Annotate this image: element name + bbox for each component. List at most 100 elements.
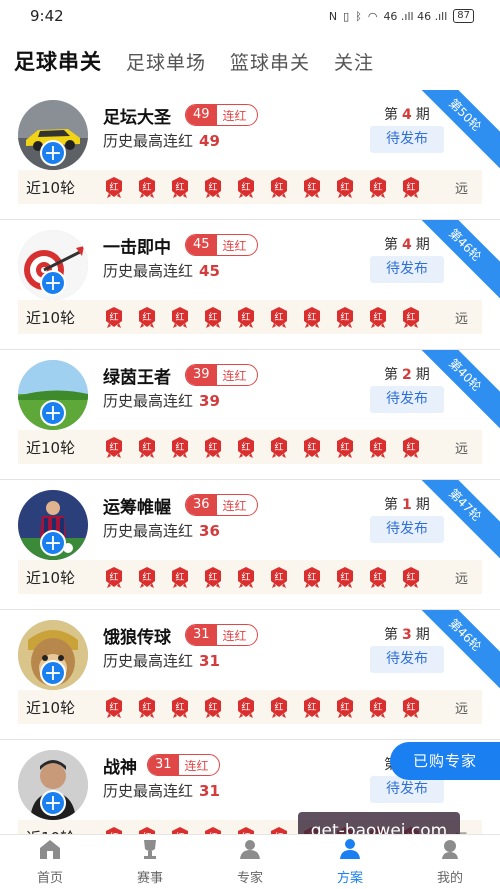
pending-button[interactable]: 待发布 — [370, 386, 444, 413]
svg-text:红: 红 — [241, 181, 250, 193]
trophy-icon — [137, 838, 163, 867]
streak-count: 39 — [186, 365, 217, 385]
recent-label: 近10轮 — [26, 698, 76, 717]
nav-item-0[interactable]: 首页 — [0, 835, 100, 889]
pending-button[interactable]: 待发布 — [370, 646, 444, 673]
expert-card[interactable]: + 足坛大圣 49 连红 历史最高连红 49 第 4 期待发布 第50轮 近10轮红红红红红红红红红… — [0, 90, 500, 220]
red-result-badge-icon: 红 — [300, 695, 324, 719]
nav-item-4[interactable]: 我的 — [400, 835, 500, 889]
svg-text:红: 红 — [406, 571, 415, 583]
tab-2[interactable]: 篮球串关 — [230, 48, 310, 75]
expert-card[interactable]: + 运筹帷幄 36 连红 历史最高连红 36 第 1 期待发布 第47轮 近10轮红红红红红红红红红… — [0, 480, 500, 610]
follow-plus-icon[interactable]: + — [40, 790, 66, 816]
recent-results-row: 近10轮 红 红 红 红 红 红 红 红 红 红 远 — [18, 690, 482, 724]
nav-item-2[interactable]: 专家 — [200, 835, 300, 889]
nav-label: 我的 — [436, 871, 463, 886]
expert-card[interactable]: + 饿狼传球 31 连红 历史最高连红 31 第 3 期待发布 第46轮 近10轮红红红红红红红红红… — [0, 610, 500, 740]
pending-button[interactable]: 待发布 — [370, 776, 444, 803]
svg-text:红: 红 — [142, 701, 151, 713]
recent-results-row: 近10轮 红 红 红 红 红 红 红 红 红 红 远 — [18, 170, 482, 204]
expert-name: 一击即中 — [103, 238, 171, 258]
history-label: 历史最高连红 — [103, 132, 194, 150]
pending-button[interactable]: 待发布 — [370, 126, 444, 153]
history-value: 39 — [199, 392, 220, 410]
red-result-badge-icon: 红 — [201, 175, 225, 199]
red-result-badge-icon: 红 — [135, 305, 159, 329]
expert-name: 绿茵王者 — [103, 368, 171, 388]
pending-button[interactable]: 待发布 — [370, 256, 444, 283]
recent-badges: 红红红红红红红红红红 — [102, 695, 423, 719]
svg-text:红: 红 — [241, 701, 250, 713]
svg-text:红: 红 — [307, 701, 316, 713]
period-info: 第1期 — [384, 494, 430, 514]
expert-name: 运筹帷幄 — [103, 498, 171, 518]
follow-plus-icon[interactable]: + — [40, 660, 66, 686]
profile-icon — [437, 838, 463, 867]
bottom-nav: 首页 赛事 专家 方案 我的 — [0, 834, 500, 889]
expert-card[interactable]: + 绿茵王者 39 连红 历史最高连红 39 第 2 期待发布 第40轮 近10轮红红红红红红红红红… — [0, 350, 500, 480]
follow-plus-icon[interactable]: + — [40, 400, 66, 426]
follow-plus-icon[interactable]: + — [40, 530, 66, 556]
red-result-badge-icon: 红 — [135, 695, 159, 719]
red-result-badge-icon: 红 — [102, 175, 126, 199]
recent-results-row: 近10轮 红 红 红 红 红 红 红 红 红 红 远 — [18, 430, 482, 464]
svg-text:红: 红 — [373, 441, 382, 453]
svg-text:红: 红 — [340, 571, 349, 583]
svg-text:红: 红 — [208, 311, 217, 323]
tab-3[interactable]: 关注 — [334, 48, 374, 75]
follow-plus-icon[interactable]: + — [40, 140, 66, 166]
nfc-icon: N — [328, 9, 338, 23]
red-result-badge-icon: 红 — [333, 435, 357, 459]
svg-text:红: 红 — [274, 571, 283, 583]
period-suffix: 期 — [415, 107, 430, 123]
svg-text:红: 红 — [274, 311, 283, 323]
period-suffix: 期 — [415, 237, 430, 253]
tab-1[interactable]: 足球单场 — [126, 48, 206, 75]
red-result-badge-icon: 红 — [234, 305, 258, 329]
red-result-badge-icon: 红 — [399, 565, 423, 589]
svg-text:红: 红 — [175, 181, 184, 193]
streak-badge: 31 连红 — [147, 754, 220, 776]
nav-item-3[interactable]: 方案 — [300, 835, 400, 889]
bluetooth-icon: ᛒ — [355, 9, 362, 23]
period-info: 第3期 — [384, 624, 430, 644]
category-tabs: 足球串关 足球单场 篮球串关 关注 — [0, 32, 500, 90]
streak-label: 连红 — [222, 628, 247, 643]
streak-label: 连红 — [222, 498, 247, 513]
pending-button[interactable]: 待发布 — [370, 516, 444, 543]
svg-text:红: 红 — [175, 571, 184, 583]
nav-label: 专家 — [236, 871, 263, 886]
streak-badge: 36 连红 — [185, 494, 258, 516]
period-prefix: 第 — [384, 237, 398, 253]
status-bar: 9:42 N ▯ ᛒ ◠ 46 .ıll 46 .ıll 87 — [0, 0, 500, 32]
red-result-badge-icon: 红 — [102, 695, 126, 719]
red-result-badge-icon: 红 — [267, 435, 291, 459]
far-label: 远 — [454, 181, 468, 197]
history-value: 49 — [199, 132, 220, 150]
red-result-badge-icon: 红 — [135, 825, 159, 834]
svg-text:红: 红 — [142, 571, 151, 583]
period-prefix: 第 — [384, 107, 398, 123]
purchased-experts-button[interactable]: 已购专家 — [390, 742, 500, 780]
svg-text:红: 红 — [406, 701, 415, 713]
svg-text:红: 红 — [406, 311, 415, 323]
red-result-badge-icon: 红 — [399, 435, 423, 459]
red-result-badge-icon: 红 — [201, 305, 225, 329]
expert-card[interactable]: + 一击即中 45 连红 历史最高连红 45 第 4 期待发布 第46轮 近10轮红红红红红红红红红… — [0, 220, 500, 350]
svg-text:红: 红 — [274, 441, 283, 453]
svg-text:红: 红 — [340, 701, 349, 713]
svg-text:红: 红 — [208, 441, 217, 453]
period-number: 2 — [402, 367, 412, 383]
recent-results-row: 近10轮 红 红 红 红 红 红 红 红 红 红 远 — [18, 300, 482, 334]
recent-badges: 红红红红红红红红红红 — [102, 305, 423, 329]
svg-text:红: 红 — [274, 181, 283, 193]
nav-label: 方案 — [336, 871, 363, 886]
tab-0[interactable]: 足球串关 — [14, 46, 102, 76]
nav-item-1[interactable]: 赛事 — [100, 835, 200, 889]
svg-text:红: 红 — [274, 701, 283, 713]
red-result-badge-icon: 红 — [135, 175, 159, 199]
streak-count: 49 — [186, 105, 217, 125]
red-result-badge-icon: 红 — [201, 435, 225, 459]
streak-count: 31 — [186, 625, 217, 645]
follow-plus-icon[interactable]: + — [40, 270, 66, 296]
